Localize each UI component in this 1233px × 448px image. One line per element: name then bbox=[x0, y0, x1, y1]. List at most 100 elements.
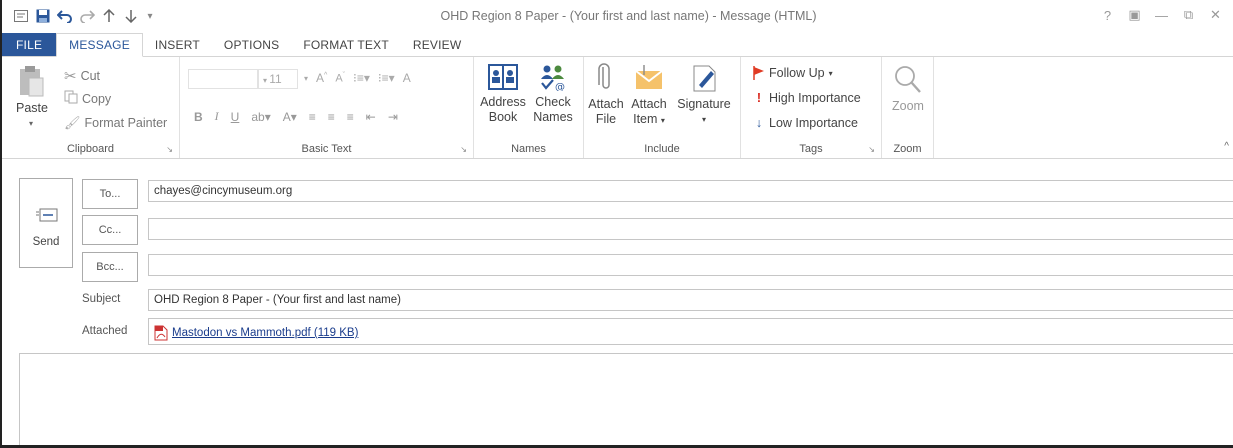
basic-text-group-label: Basic Text bbox=[301, 143, 352, 155]
tags-launcher-icon[interactable]: ↘ bbox=[868, 145, 875, 154]
cut-button[interactable]: ✂ Cut bbox=[64, 67, 100, 85]
check-names-icon: @ bbox=[541, 65, 565, 91]
align-center-icon[interactable]: ≡ bbox=[328, 110, 335, 124]
clear-formatting-icon[interactable]: A bbox=[403, 71, 411, 85]
signature-label: Signature bbox=[677, 97, 731, 111]
copy-button[interactable]: Copy bbox=[64, 90, 111, 107]
address-book-label-1: Address bbox=[480, 95, 526, 109]
attach-item-dropdown-icon: ▾ bbox=[660, 116, 665, 125]
include-group-label: Include bbox=[644, 143, 680, 155]
tags-group: Follow Up ▾ ! High Importance ↓ Low Impo… bbox=[741, 57, 882, 158]
include-group: Attach File Attach Item ▾ Signature ▾ In… bbox=[584, 57, 741, 158]
tab-format-text[interactable]: FORMAT TEXT bbox=[291, 33, 401, 57]
zoom-button[interactable]: Zoom bbox=[886, 65, 930, 114]
cut-label: Cut bbox=[80, 69, 101, 83]
tab-file[interactable]: FILE bbox=[2, 33, 57, 57]
to-button[interactable]: To... bbox=[82, 179, 138, 209]
attach-file-label-2: File bbox=[595, 112, 617, 126]
to-field[interactable]: chayes@cincymuseum.org bbox=[148, 180, 1233, 202]
restore-icon[interactable]: ⧉ bbox=[1175, 5, 1202, 25]
window-title: OHD Region 8 Paper - (Your first and las… bbox=[440, 9, 817, 23]
shrink-font-icon[interactable]: Aˇ bbox=[335, 72, 345, 85]
grow-font-icon[interactable]: A^ bbox=[316, 71, 327, 85]
title-bar: ▾ OHD Region 8 Paper - (Your first and l… bbox=[2, 0, 1233, 33]
attach-file-button[interactable]: Attach File bbox=[586, 63, 626, 127]
send-label: Send bbox=[32, 236, 60, 248]
format-painter-button[interactable]: 🖌 Format Painter bbox=[64, 115, 167, 131]
decrease-indent-icon[interactable]: ⇤ bbox=[366, 110, 376, 124]
message-body[interactable] bbox=[19, 353, 1233, 445]
send-button[interactable]: Send bbox=[19, 178, 73, 268]
font-tools-row: ▾ A^ Aˇ ⁝≡▾ ⁝≡▾ A bbox=[304, 71, 411, 85]
low-importance-button[interactable]: ↓ Low Importance bbox=[753, 116, 858, 130]
italic-icon[interactable]: I bbox=[215, 109, 219, 124]
attach-item-button[interactable]: Attach Item ▾ bbox=[626, 63, 672, 128]
high-importance-label: High Importance bbox=[769, 91, 861, 105]
follow-up-button[interactable]: Follow Up ▾ bbox=[753, 66, 833, 80]
attachment-link[interactable]: Mastodon vs Mammoth.pdf (119 KB) bbox=[172, 327, 358, 339]
tab-options[interactable]: OPTIONS bbox=[212, 33, 291, 57]
attached-label: Attached bbox=[82, 325, 128, 337]
attachments-field: Mastodon vs Mammoth.pdf (119 KB) bbox=[148, 318, 1233, 345]
high-importance-button[interactable]: ! High Importance bbox=[753, 91, 861, 105]
scissors-icon: ✂ bbox=[64, 68, 77, 85]
ribbon: Paste ▾ ✂ Cut Copy 🖌 Format Painter Clip… bbox=[2, 56, 1233, 159]
check-names-label-1: Check bbox=[535, 95, 571, 109]
address-book-icon bbox=[488, 64, 518, 90]
paste-icon bbox=[20, 66, 44, 97]
bold-icon[interactable]: B bbox=[194, 110, 203, 124]
clipboard-launcher-icon[interactable]: ↘ bbox=[166, 145, 173, 154]
align-right-icon[interactable]: ≡ bbox=[347, 110, 354, 124]
tab-review[interactable]: REVIEW bbox=[401, 33, 474, 57]
attachment-item[interactable]: Mastodon vs Mammoth.pdf (119 KB) bbox=[154, 325, 358, 341]
paperclip-icon bbox=[598, 63, 610, 89]
format-painter-icon: 🖌 bbox=[64, 115, 81, 130]
copy-label: Copy bbox=[82, 91, 112, 106]
bcc-field[interactable] bbox=[148, 254, 1233, 276]
signature-icon bbox=[693, 65, 716, 92]
signature-button[interactable]: Signature ▾ bbox=[672, 63, 736, 127]
clipboard-group-label: Clipboard bbox=[66, 143, 115, 155]
subject-field[interactable]: OHD Region 8 Paper - (Your first and las… bbox=[148, 289, 1233, 311]
font-size-box[interactable]: ▾ 11 bbox=[258, 69, 298, 89]
attach-item-icon bbox=[635, 65, 663, 89]
bcc-button[interactable]: Bcc... bbox=[82, 252, 138, 282]
names-group: Address Book @ Check Names Names bbox=[474, 57, 584, 158]
tab-insert[interactable]: INSERT bbox=[143, 33, 212, 57]
outlook-message-window: ▾ OHD Region 8 Paper - (Your first and l… bbox=[0, 0, 1233, 448]
format-tools-row: B I U ab▾ A▾ ≡ ≡ ≡ ⇤ ⇥ bbox=[194, 109, 398, 124]
font-size-dropdown-icon[interactable]: ▾ bbox=[304, 74, 308, 83]
tab-message[interactable]: MESSAGE bbox=[56, 33, 143, 57]
font-color-icon[interactable]: A▾ bbox=[283, 110, 297, 124]
font-name-box[interactable] bbox=[188, 69, 258, 89]
increase-indent-icon[interactable]: ⇥ bbox=[388, 110, 398, 124]
ribbon-display-options-icon[interactable]: ▣ bbox=[1121, 5, 1148, 25]
close-icon[interactable]: ✕ bbox=[1202, 5, 1229, 25]
pdf-icon bbox=[154, 325, 168, 341]
paste-button[interactable]: Paste ▾ bbox=[16, 65, 48, 131]
zoom-group-label: Zoom bbox=[893, 143, 922, 155]
cc-field[interactable] bbox=[148, 218, 1233, 240]
copy-icon bbox=[64, 90, 78, 107]
cc-button[interactable]: Cc... bbox=[82, 215, 138, 245]
font-size-value: 11 bbox=[269, 72, 282, 86]
highlight-icon[interactable]: ab▾ bbox=[251, 110, 270, 124]
collapse-ribbon-icon[interactable]: ^ bbox=[1224, 141, 1229, 152]
numbering-icon[interactable]: ⁝≡▾ bbox=[378, 71, 395, 85]
minimize-icon[interactable]: — bbox=[1148, 5, 1175, 25]
bullets-icon[interactable]: ⁝≡▾ bbox=[353, 71, 370, 85]
basic-text-launcher-icon[interactable]: ↘ bbox=[460, 145, 467, 154]
window-controls: ? ▣ — ⧉ ✕ bbox=[1094, 5, 1229, 25]
address-book-button[interactable]: Address Book bbox=[478, 63, 528, 125]
attach-item-label-1: Attach bbox=[631, 97, 667, 111]
send-icon bbox=[36, 208, 58, 222]
basic-text-group: ▾ 11 ▾ A^ Aˇ ⁝≡▾ ⁝≡▾ A B I U ab▾ A▾ ≡ ≡ … bbox=[180, 57, 474, 158]
paste-dropdown-icon[interactable]: ▾ bbox=[16, 116, 46, 131]
clipboard-group: Paste ▾ ✂ Cut Copy 🖌 Format Painter Clip… bbox=[2, 57, 180, 158]
check-names-button[interactable]: @ Check Names bbox=[528, 63, 578, 125]
follow-up-label: Follow Up bbox=[769, 66, 825, 80]
low-importance-label: Low Importance bbox=[769, 116, 858, 130]
underline-icon[interactable]: U bbox=[231, 110, 240, 124]
align-left-icon[interactable]: ≡ bbox=[309, 110, 316, 124]
help-icon[interactable]: ? bbox=[1094, 5, 1121, 25]
